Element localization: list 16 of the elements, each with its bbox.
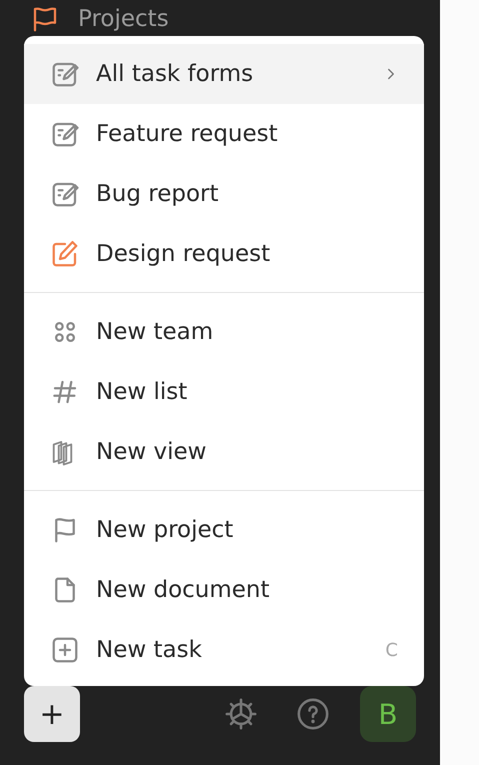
menu-item[interactable]: New document [24, 560, 424, 620]
menu-item[interactable]: New list [24, 362, 424, 422]
shortcut-hint: C [385, 640, 399, 660]
help-icon[interactable] [296, 697, 330, 731]
menu-item[interactable]: New view [24, 422, 424, 482]
menu-item[interactable]: Bug report [24, 164, 424, 224]
menu-item[interactable]: Feature request [24, 104, 424, 164]
menu-item[interactable]: Design request [24, 224, 424, 284]
menu-item[interactable]: All task forms [24, 44, 424, 104]
add-button[interactable]: + [24, 686, 80, 742]
settings-icon[interactable] [224, 697, 258, 731]
menu-item[interactable]: New project [24, 500, 424, 560]
menu-item[interactable]: New team [24, 302, 424, 362]
menu-item[interactable]: New task C [24, 620, 424, 680]
avatar-button[interactable]: B [360, 686, 416, 742]
section-title[interactable]: Projects [78, 5, 169, 33]
